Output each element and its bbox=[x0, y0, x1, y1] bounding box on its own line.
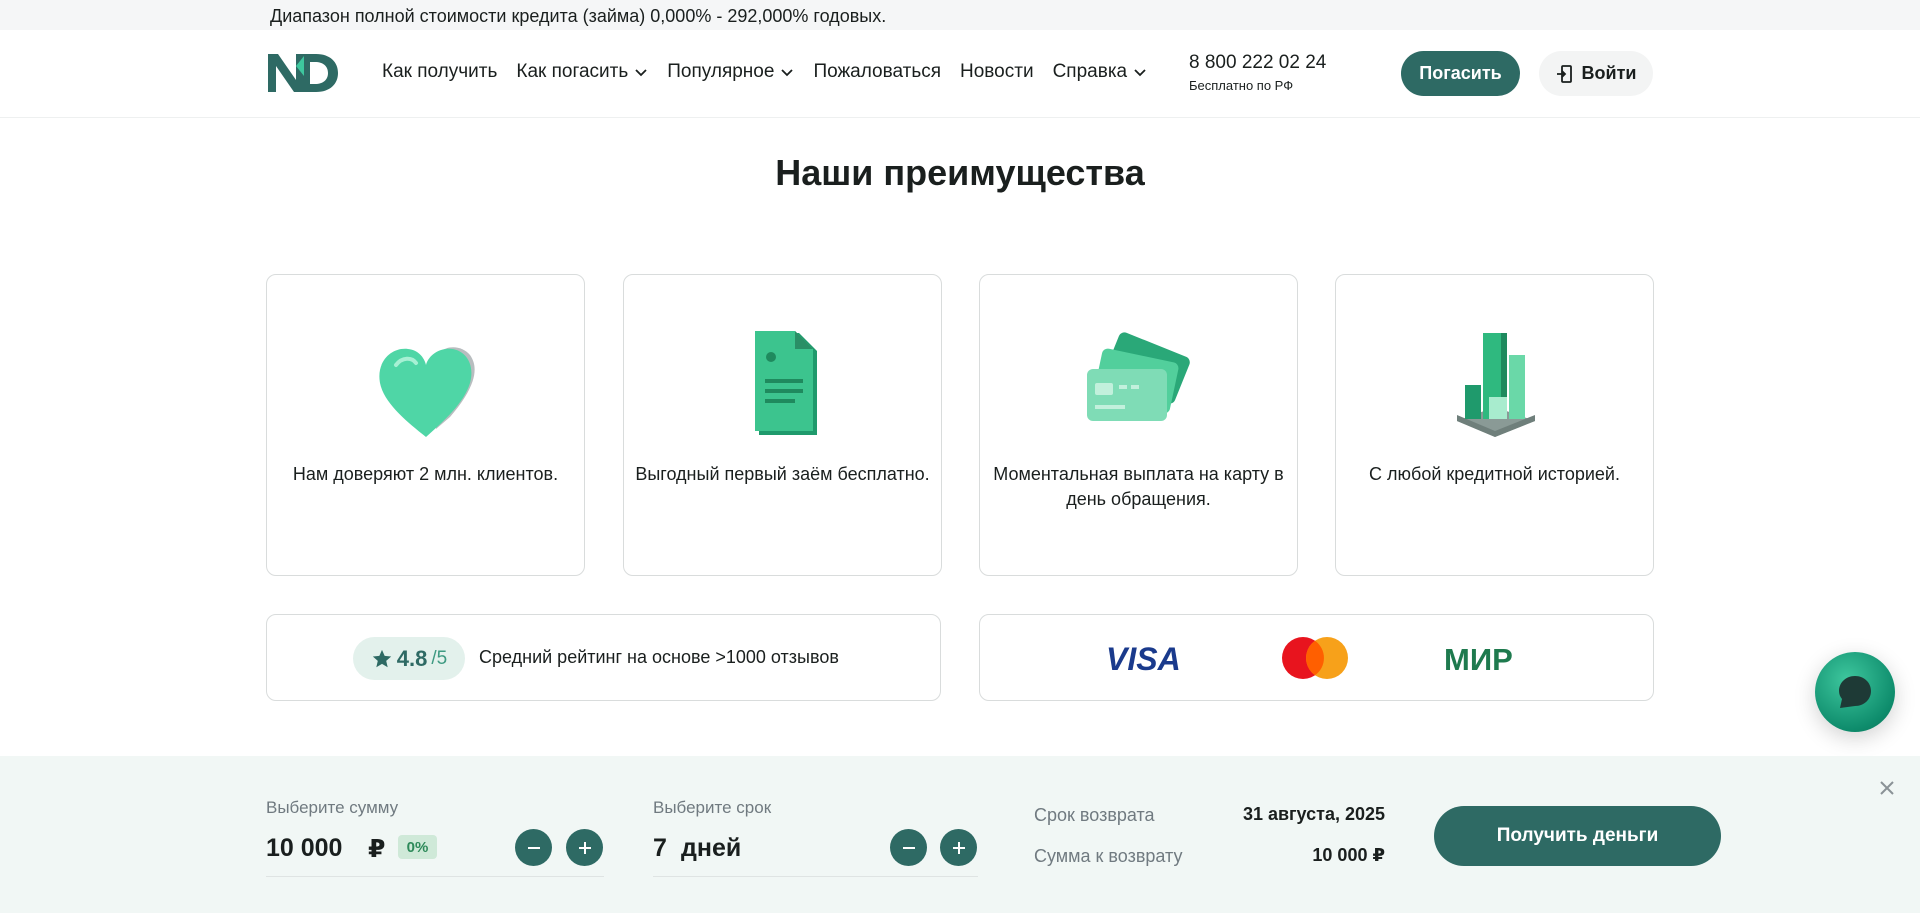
close-icon[interactable] bbox=[1877, 778, 1897, 798]
term-label: Выберите срок bbox=[653, 798, 772, 817]
heart-icon bbox=[378, 347, 475, 437]
term-value[interactable]: 7 bbox=[653, 834, 667, 863]
svg-text:VISA: VISA bbox=[1106, 641, 1181, 677]
nav-how-to-get[interactable]: Как получить bbox=[382, 61, 497, 83]
repay-button[interactable]: Погасить bbox=[1401, 51, 1520, 96]
login-button[interactable]: Войти bbox=[1539, 51, 1653, 96]
amount-increase-button[interactable] bbox=[566, 829, 603, 866]
get-money-button[interactable]: Получить деньги bbox=[1434, 806, 1721, 866]
percent-badge: 0% bbox=[398, 835, 437, 859]
term-underline bbox=[653, 876, 978, 877]
nav-help[interactable]: Справка bbox=[1053, 61, 1148, 83]
nav-complain[interactable]: Пожаловаться bbox=[813, 61, 941, 83]
cards-icon bbox=[1086, 332, 1190, 421]
advantage-text: Нам доверяют 2 млн. клиентов. bbox=[292, 464, 559, 484]
chat-icon bbox=[1839, 676, 1871, 708]
return-date-label: Срок возврата bbox=[1034, 805, 1155, 825]
rating-value: 4.8 bbox=[396, 645, 428, 671]
advantage-card: Выгодный первый заём бесплатно. bbox=[623, 274, 942, 576]
logo[interactable] bbox=[266, 52, 340, 94]
advantage-text: Моментальная выплата на карту в день обр… bbox=[993, 464, 1284, 509]
payment-systems-card: VISA МИР bbox=[979, 614, 1654, 701]
disclaimer-text: Диапазон полной стоимости кредита (займа… bbox=[270, 6, 887, 26]
chevron-down-icon bbox=[781, 69, 794, 77]
chevron-down-icon bbox=[635, 69, 647, 77]
minus-icon bbox=[902, 846, 915, 849]
advantage-card: С любой кредитной историей. bbox=[1335, 274, 1654, 576]
svg-text:МИР: МИР bbox=[1444, 642, 1513, 677]
rating-max: /5 bbox=[431, 647, 448, 669]
advantage-card: Моментальная выплата на карту в день обр… bbox=[979, 274, 1298, 576]
nav-how-to-repay[interactable]: Как погасить bbox=[516, 61, 648, 83]
chat-button[interactable] bbox=[1815, 652, 1895, 732]
mir-logo: МИР bbox=[1444, 642, 1513, 677]
amount-decrease-button[interactable] bbox=[515, 829, 552, 866]
loan-calculator: Выберите сумму 10 000 ₽ 0% Выберите срок… bbox=[0, 756, 1920, 913]
advantage-text: С любой кредитной историей. bbox=[1369, 464, 1620, 484]
advantage-text: Выгодный первый заём бесплатно. bbox=[635, 464, 930, 484]
disclaimer-bar: Диапазон полной стоимости кредита (займа… bbox=[0, 0, 1920, 30]
phone-block[interactable]: 8 800 222 02 24 Бесплатно по РФ bbox=[1189, 52, 1326, 93]
rating-text: Средний рейтинг на основе >1000 отзывов bbox=[479, 647, 839, 667]
amount-value[interactable]: 10 000 bbox=[266, 834, 342, 863]
growth-chart-icon bbox=[1456, 333, 1535, 437]
rating-card: 4.8 /5 Средний рейтинг на основе >1000 о… bbox=[266, 614, 941, 701]
phone-number[interactable]: 8 800 222 02 24 bbox=[1189, 52, 1326, 74]
section-title: Наши преимущества bbox=[775, 152, 1145, 193]
term-unit: дней bbox=[681, 834, 742, 862]
currency-sign: ₽ bbox=[368, 835, 386, 863]
return-sum-label: Сумма к возврату bbox=[1034, 846, 1183, 866]
minus-icon bbox=[527, 846, 540, 849]
mastercard-logo bbox=[1282, 637, 1348, 679]
amount-underline bbox=[266, 876, 604, 877]
amount-label: Выберите сумму bbox=[266, 798, 399, 817]
rating-badge: 4.8 /5 bbox=[353, 637, 465, 680]
star-icon bbox=[372, 649, 391, 667]
plus-icon bbox=[952, 841, 965, 854]
nav-popular[interactable]: Популярное bbox=[667, 61, 794, 83]
term-increase-button[interactable] bbox=[940, 829, 977, 866]
return-sum-value: 10 000 ₽ bbox=[1312, 845, 1385, 865]
visa-logo: VISA bbox=[1106, 641, 1181, 677]
term-decrease-button[interactable] bbox=[890, 829, 927, 866]
advantage-card: Нам доверяют 2 млн. клиентов. bbox=[266, 274, 585, 576]
site-header: Как получить Как погасить Популярное Пож… bbox=[0, 30, 1920, 118]
nav-news[interactable]: Новости bbox=[960, 61, 1034, 83]
login-icon bbox=[1556, 64, 1572, 83]
phone-note: Бесплатно по РФ bbox=[1189, 78, 1294, 93]
plus-icon bbox=[578, 841, 591, 854]
return-date-value: 31 августа, 2025 bbox=[1242, 804, 1385, 824]
main-nav: Как получить Как погасить Популярное Пож… bbox=[382, 61, 1147, 83]
chevron-down-icon bbox=[1134, 69, 1146, 77]
document-icon bbox=[754, 331, 817, 435]
